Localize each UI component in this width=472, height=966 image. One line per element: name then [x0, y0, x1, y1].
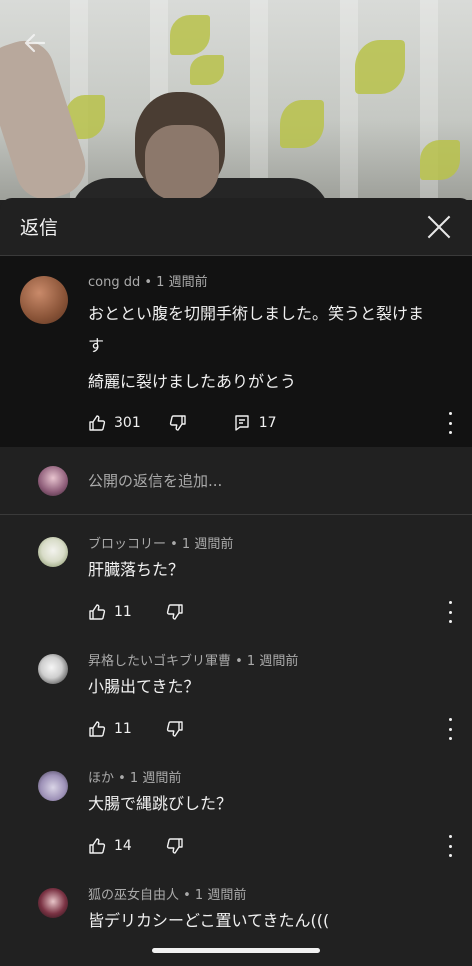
comment-actions: 11	[88, 714, 452, 744]
thumbs-down-icon	[166, 721, 183, 737]
like-count: 11	[114, 721, 132, 737]
list-item: ほか • 1 週間前 大腸で縄跳びした？ 14	[0, 749, 472, 866]
comment-text-line: おととい腹を切開手術しました。笑うと裂けま	[88, 304, 425, 323]
comment-text: 大腸で縄跳びした？	[88, 794, 233, 813]
like-button[interactable]: 11	[88, 720, 132, 738]
more-vert-icon	[448, 718, 452, 721]
curtain-stripe	[250, 0, 268, 200]
like-button[interactable]: 301	[88, 414, 141, 432]
comment-author-meta[interactable]: ブロッコリー • 1 週間前	[88, 537, 452, 553]
avatar[interactable]	[38, 771, 68, 801]
more-options-button[interactable]	[440, 601, 460, 623]
curtain-leaf	[170, 15, 210, 55]
more-vert-icon	[448, 601, 452, 604]
add-reply-row[interactable]: 公開の返信を追加...	[0, 447, 472, 515]
thumbs-down-icon	[166, 604, 183, 620]
panel-header: 返信	[0, 198, 472, 256]
reply-input[interactable]: 公開の返信を追加...	[88, 470, 222, 491]
avatar	[38, 465, 68, 496]
dislike-button[interactable]	[166, 720, 184, 738]
dislike-button[interactable]	[166, 603, 184, 621]
comment-author-meta[interactable]: ほか • 1 週間前	[88, 771, 452, 787]
like-count: 301	[114, 415, 141, 431]
curtain-stripe	[340, 0, 358, 200]
comment-actions: 11	[88, 597, 452, 627]
video-player[interactable]	[0, 0, 472, 200]
arrow-left-icon	[24, 33, 46, 53]
comment-icon	[235, 415, 249, 431]
avatar[interactable]	[20, 276, 68, 324]
comment-author-meta[interactable]: cong dd • 1 週間前	[88, 274, 452, 292]
like-button[interactable]: 11	[88, 603, 132, 621]
comment-text: 皆デリカシーどこ置いてきたん(((	[88, 911, 330, 930]
avatar[interactable]	[38, 537, 68, 567]
curtain-leaf	[420, 140, 460, 180]
comment-author-meta[interactable]: 昇格したいゴキブリ軍曹 • 1 週間前	[88, 654, 452, 670]
list-item: ブロッコリー • 1 週間前 肝臓落ちた？ 11	[0, 515, 472, 632]
more-options-button[interactable]	[440, 412, 460, 434]
thumbs-down-icon	[166, 838, 183, 854]
reply-button[interactable]: 17	[233, 414, 277, 432]
panel-title: 返信	[20, 217, 59, 239]
avatar[interactable]	[38, 888, 68, 918]
parent-comment: cong dd • 1 週間前 おととい腹を切開手術しました。笑うと裂けま す …	[0, 256, 472, 447]
person-face	[145, 125, 219, 200]
curtain-leaf	[355, 40, 405, 94]
comment-text: 肝臓落ちた？	[88, 560, 185, 579]
dislike-button[interactable]	[169, 414, 187, 432]
curtain-leaf	[280, 100, 324, 148]
curtain-leaf	[190, 55, 224, 85]
comment-text-line: す	[88, 336, 105, 355]
like-count: 11	[114, 604, 132, 620]
comment-author-meta[interactable]: 狐の巫女自由人 • 1 週間前	[88, 888, 452, 904]
more-vert-icon	[448, 835, 452, 838]
thumbs-up-icon	[89, 604, 106, 620]
comment-text-line: 綺麗に裂けましたありがとう	[88, 372, 297, 391]
thumbs-up-icon	[89, 721, 106, 737]
back-button[interactable]	[20, 28, 50, 58]
replies-panel: 返信 cong dd • 1 週間前 おととい腹を切開手術しました。笑うと裂けま…	[0, 198, 472, 966]
list-item: 昇格したいゴキブリ軍曹 • 1 週間前 小腸出てきた？ 11	[0, 632, 472, 749]
thumbs-up-icon	[89, 415, 106, 431]
more-options-button[interactable]	[440, 835, 460, 857]
thumbs-up-icon	[89, 838, 106, 854]
home-indicator[interactable]	[152, 948, 320, 953]
comment-text: 小腸出てきた？	[88, 677, 200, 696]
more-options-button[interactable]	[440, 718, 460, 740]
thumbs-down-icon	[169, 415, 186, 431]
comment-actions: 14	[88, 831, 452, 861]
like-count: 14	[114, 838, 132, 854]
dislike-button[interactable]	[166, 837, 184, 855]
more-vert-icon	[448, 412, 452, 415]
comment-actions: 301 17	[88, 408, 452, 438]
avatar[interactable]	[38, 654, 68, 684]
reply-count: 17	[258, 415, 277, 431]
close-button[interactable]	[426, 214, 452, 240]
like-button[interactable]: 14	[88, 837, 132, 855]
